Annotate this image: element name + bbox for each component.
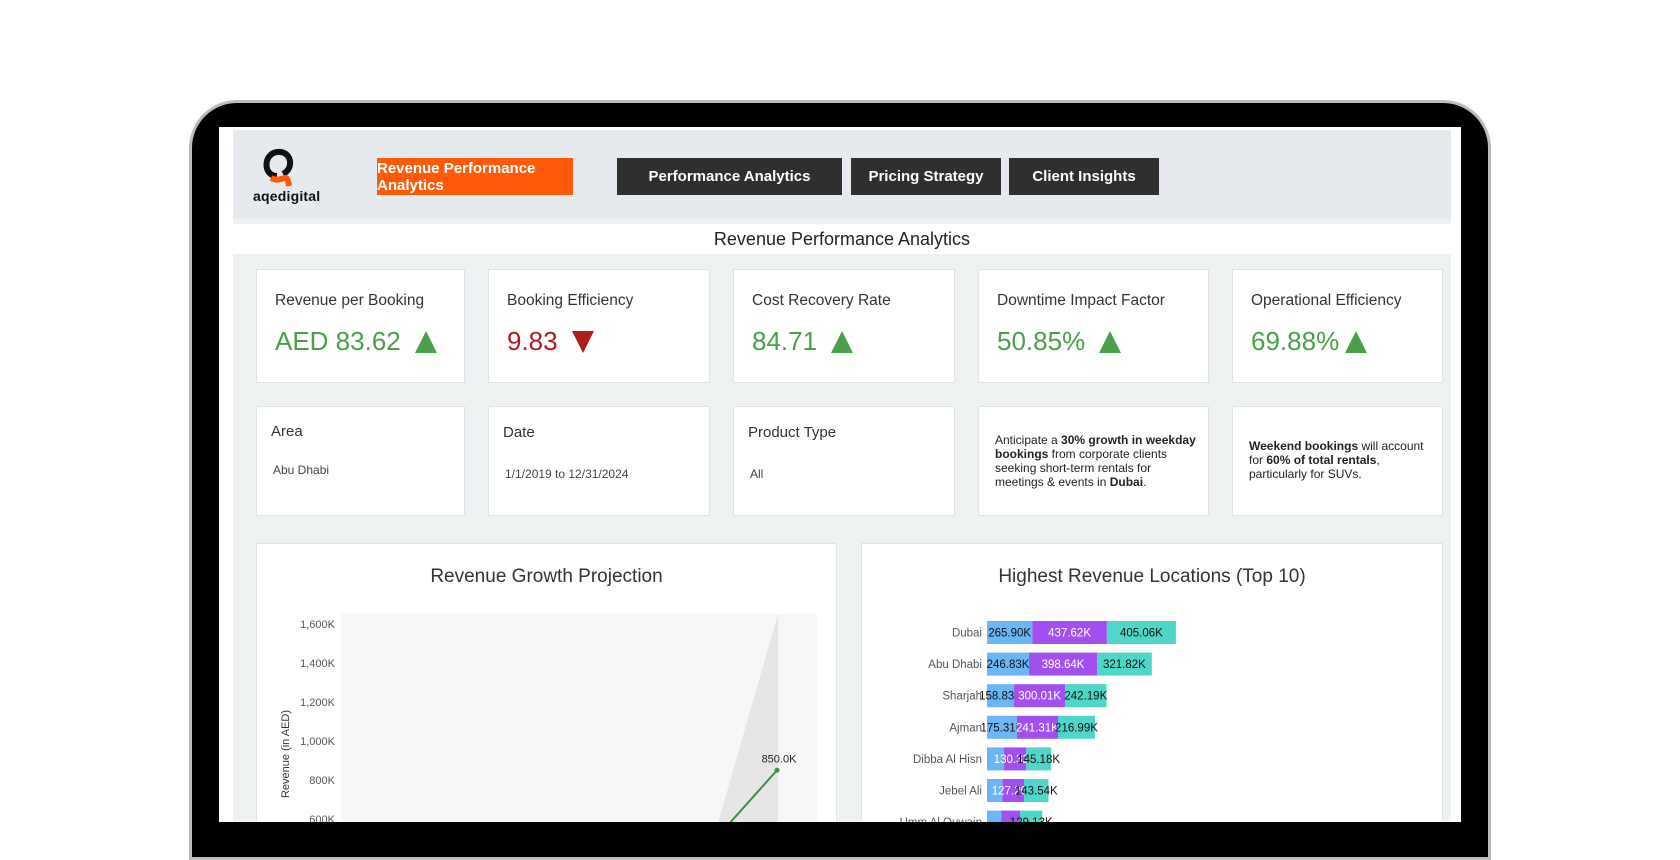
line-chart-svg: 600K 800K 1,000K 1,200K 1,400K 1,600K Revenue …	[280, 614, 817, 822]
filter-label: Area	[271, 423, 303, 440]
kpi-value: AED 83.62	[275, 326, 401, 356]
category-label: Sharjah	[942, 691, 982, 703]
page-title: Revenue Performance Analytics	[233, 224, 1451, 254]
filter-value: 1/1/2019 to 12/31/2024	[505, 467, 629, 481]
trend-up-icon	[1345, 330, 1368, 353]
filter-area[interactable]: Area Abu Dhabi	[256, 406, 465, 516]
y-axis-label: Revenue (in AED)	[280, 710, 292, 798]
bar-value-label: 398.64K	[1042, 659, 1085, 671]
kpi-card-booking-efficiency: Booking Efficiency 9.83	[488, 269, 710, 383]
y-tick-label: 600K	[309, 814, 335, 822]
category-label: Jebel Ali	[939, 786, 982, 798]
brand-name: aqedigital	[253, 188, 321, 204]
kpi-label: Downtime Impact Factor	[997, 292, 1165, 309]
tab-revenue-performance-analytics[interactable]: Revenue Performance Analytics	[377, 158, 573, 195]
insight-text: Anticipate a 30% growth in weekday booki…	[995, 433, 1196, 489]
y-tick-label: 800K	[309, 775, 335, 787]
kpi-label: Booking Efficiency	[507, 292, 634, 309]
category-label: Dubai	[952, 628, 982, 640]
y-tick-label: 1,000K	[300, 736, 336, 748]
kpi-value: 9.83	[507, 326, 558, 356]
bar-value-label: 241.31K	[1016, 722, 1059, 734]
kpi-card-revenue-per-booking: Revenue per Booking AED 83.62	[256, 269, 465, 383]
kpi-value-row: 9.83	[507, 326, 594, 357]
kpi-card-operational-efficiency: Operational Efficiency 69.88%	[1232, 269, 1443, 383]
tab-pricing-strategy[interactable]: Pricing Strategy	[851, 158, 1001, 195]
bar-value-label: 216.99K	[1055, 722, 1098, 734]
trend-up-icon	[1099, 330, 1122, 353]
kpi-value: 84.71	[752, 326, 818, 356]
bar-value-label: 143.54K	[1015, 786, 1058, 798]
tab-performance-analytics[interactable]: Performance Analytics	[617, 158, 842, 195]
insight-note-weekend: Weekend bookings will account for 60% of…	[1232, 406, 1443, 516]
header-bar: aqedigital Revenue Performance Analytics…	[233, 130, 1451, 218]
kpi-value: 69.88%	[1251, 326, 1340, 356]
y-tick-label: 1,200K	[300, 697, 336, 709]
insight-text: Weekend bookings will account for 60% of…	[1249, 439, 1424, 481]
tab-client-insights[interactable]: Client Insights	[1009, 158, 1159, 195]
bar-chart-svg: Dubai 265.90K 437.62K 405.06K Abu Dhabi 246.8…	[900, 621, 1176, 822]
filter-label: Product Type	[748, 424, 837, 441]
dashboard: aqedigital Revenue Performance Analytics…	[233, 130, 1451, 822]
trend-up-icon	[831, 330, 854, 353]
category-label: Abu Dhabi	[928, 659, 982, 671]
filter-date[interactable]: Date 1/1/2019 to 12/31/2024	[488, 406, 710, 516]
kpi-value-row: 84.71	[752, 326, 854, 357]
bar-value-label: 265.90K	[988, 628, 1031, 640]
bar-value-label: 300.01K	[1018, 691, 1061, 703]
bar-segment	[987, 810, 1002, 822]
kpi-value: 50.85%	[997, 326, 1086, 356]
kpi-card-cost-recovery-rate: Cost Recovery Rate 84.71	[733, 269, 955, 383]
bar-value-label: 437.62K	[1048, 628, 1091, 640]
bar-value-label: 246.83K	[987, 659, 1030, 671]
y-tick-label: 1,600K	[300, 619, 336, 631]
chart-highest-revenue-locations: Highest Revenue Locations (Top 10) Dubai…	[861, 543, 1443, 822]
bar-value-label: 242.19K	[1064, 691, 1107, 703]
kpi-label: Cost Recovery Rate	[752, 292, 891, 309]
category-label: Ajman	[949, 722, 982, 734]
filter-product-type[interactable]: Product Type All	[733, 406, 955, 516]
screen: aqedigital Revenue Performance Analytics…	[219, 127, 1461, 822]
kpi-value-row: 69.88%	[1251, 326, 1368, 357]
y-tick-label: 1,400K	[300, 658, 336, 670]
kpi-label: Revenue per Booking	[275, 292, 425, 309]
filter-value: All	[750, 467, 764, 481]
data-point	[774, 767, 780, 773]
trend-up-icon	[414, 330, 437, 353]
filter-label: Date	[503, 424, 535, 441]
kpi-label: Operational Efficiency	[1251, 292, 1402, 309]
category-label: Umm Al Quwain	[900, 817, 982, 822]
insight-note-weekday: Anticipate a 30% growth in weekday booki…	[978, 406, 1209, 516]
bar-value-label: 145.18K	[1017, 754, 1060, 766]
kpi-card-downtime-impact-factor: Downtime Impact Factor 50.85%	[978, 269, 1209, 383]
trend-down-icon	[571, 330, 594, 353]
kpi-value-row: 50.85%	[997, 326, 1122, 357]
bar-value-label: 129.13K	[1010, 817, 1053, 822]
category-label: Dibba Al Hisn	[913, 754, 982, 766]
kpi-value-row: AED 83.62	[275, 326, 437, 357]
filter-value: Abu Dhabi	[273, 463, 330, 477]
data-label: 850.0K	[762, 753, 798, 765]
chart-revenue-growth-projection: Revenue Growth Projection 600K 800K 1,000K…	[256, 543, 837, 822]
bar-value-label: 405.06K	[1120, 628, 1163, 640]
bar-value-label: 321.82K	[1103, 659, 1146, 671]
